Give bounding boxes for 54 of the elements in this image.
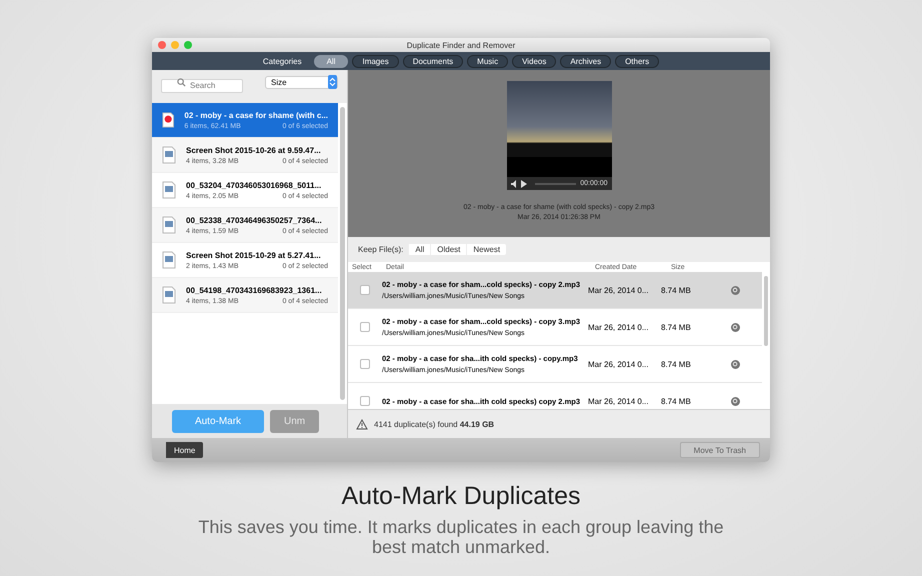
group-name: Screen Shot 2015-10-26 at 9.59.47... — [186, 146, 322, 154]
sort-dropdown[interactable]: Size — [265, 76, 338, 88]
category-tab[interactable]: Others — [615, 54, 660, 68]
keep-files-label: Keep File(s): — [358, 245, 404, 254]
image-file-icon — [162, 286, 176, 304]
created-date: Mar 26, 2014 0... — [588, 286, 650, 294]
keep-option-button[interactable]: Newest — [466, 244, 506, 255]
keep-option-button[interactable]: Oldest — [430, 244, 466, 255]
category-tab[interactable]: Music — [467, 54, 508, 68]
music-file-icon — [162, 111, 174, 129]
scrollbar[interactable] — [340, 107, 345, 400]
image-file-icon — [162, 216, 176, 234]
category-tab[interactable]: Documents — [402, 54, 464, 68]
search-icon — [177, 78, 186, 87]
image-file-icon — [162, 146, 176, 164]
magnifier-icon[interactable] — [731, 322, 740, 332]
group-name: 02 - moby - a case for shame (with c... — [184, 110, 328, 120]
select-checkbox[interactable] — [360, 285, 370, 295]
select-checkbox[interactable] — [360, 359, 370, 369]
minimize-button[interactable] — [171, 41, 179, 49]
scrollbar[interactable] — [764, 276, 768, 346]
magnifier-icon[interactable] — [731, 360, 740, 368]
magnifier-icon[interactable] — [731, 396, 740, 406]
group-name: Screen Shot 2015-10-29 at 5.27.41... — [186, 250, 322, 260]
magnifier-icon[interactable] — [731, 286, 740, 294]
group-name: 00_53204_470346053016968_5011... — [186, 180, 322, 190]
group-name: 00_52338_470346496350257_7364... — [186, 216, 323, 224]
close-button[interactable] — [158, 41, 166, 49]
category-tab[interactable]: Images — [352, 54, 399, 68]
select-checkbox[interactable] — [360, 396, 370, 406]
description: This saves you time. It marks duplicates in each group leaving the best match unmarked. — [197, 517, 725, 557]
keep-option-button[interactable]: All — [408, 244, 430, 255]
window-title: Duplicate Finder and Remover — [406, 40, 516, 50]
image-file-icon — [162, 181, 176, 199]
file-size: 8.74 MB — [661, 322, 692, 332]
category-tab[interactable]: Archives — [560, 54, 612, 68]
file-size: 8.74 MB — [661, 396, 692, 406]
zoom-button[interactable] — [184, 41, 192, 49]
status-text: 4141 duplicate(s) found 44.19 GB — [374, 420, 494, 428]
created-date: Mar 26, 2014 0... — [588, 360, 650, 368]
category-tab[interactable]: Videos — [512, 54, 556, 68]
dropdown-stepper-icon — [328, 75, 337, 89]
image-file-icon — [162, 251, 176, 269]
created-date: Mar 26, 2014 0... — [588, 322, 650, 332]
categories-label: Categories — [262, 56, 302, 66]
group-name: 00_54198_470343169683923_1361... — [186, 286, 323, 294]
file-size: 8.74 MB — [661, 360, 692, 368]
warning-icon — [356, 418, 368, 430]
created-date: Mar 26, 2014 0... — [588, 396, 650, 406]
home-button[interactable]: Home — [166, 442, 204, 458]
select-checkbox[interactable] — [360, 322, 370, 332]
search-field[interactable]: Search — [161, 78, 243, 92]
headline: Auto-Mark Duplicates — [342, 482, 580, 511]
file-size: 8.74 MB — [661, 286, 692, 294]
